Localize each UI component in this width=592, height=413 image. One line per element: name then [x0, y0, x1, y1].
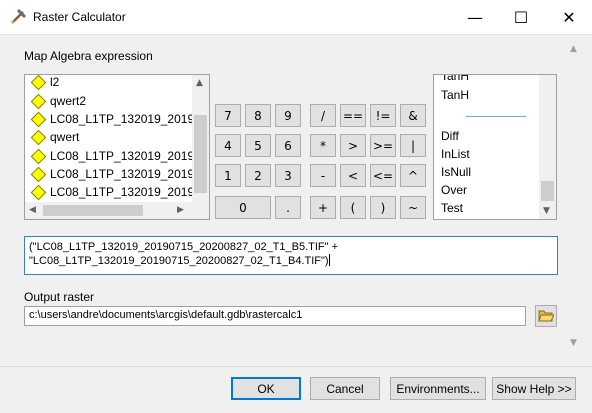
layer-item[interactable]: LC08_L1TP_132019_2019071 — [30, 110, 209, 128]
scroll-up-icon[interactable]: ▲ — [570, 44, 577, 54]
expression-line-2: "LC08_L1TP_132019_20190715_20200827_02_T… — [29, 255, 329, 267]
ok-button[interactable]: OK — [231, 377, 301, 400]
maximize-button[interactable]: ☐ — [498, 0, 544, 34]
layer-item[interactable]: qwert — [30, 128, 79, 146]
cancel-button[interactable]: Cancel — [310, 377, 380, 400]
functions-list[interactable]: TanH TanH Diff InList IsNull Over Test ▼ — [433, 74, 557, 220]
text-caret — [328, 254, 330, 266]
browse-output-button[interactable] — [535, 305, 557, 327]
dialog-scrollbar[interactable]: ▲ ▼ — [567, 36, 584, 361]
layers-list[interactable]: l2 qwert2 LC08_L1TP_132019_2019071 qwert… — [24, 74, 210, 220]
calc-button-plus[interactable]: + — [310, 196, 336, 219]
show-help-button[interactable]: Show Help >> — [492, 377, 576, 400]
scroll-down-icon[interactable]: ▼ — [570, 338, 577, 348]
maximize-icon: ☐ — [513, 7, 529, 27]
calc-button-open-paren[interactable]: ( — [340, 196, 366, 219]
minimize-button[interactable]: — — [452, 0, 498, 34]
open-folder-icon — [538, 310, 554, 322]
calc-button-8[interactable]: 8 — [245, 104, 271, 127]
function-item[interactable]: TanH — [441, 88, 469, 102]
functions-scrollbar[interactable]: ▼ — [539, 75, 556, 219]
calc-button-not-equal[interactable]: != — [370, 104, 396, 127]
calc-button-greater[interactable]: > — [340, 134, 366, 157]
raster-calculator-icon — [11, 8, 27, 24]
minimize-icon: — — [467, 7, 483, 27]
raster-layer-icon — [30, 148, 47, 164]
calc-button-1[interactable]: 1 — [215, 164, 241, 187]
raster-layer-icon — [30, 93, 47, 109]
calc-button-7[interactable]: 7 — [215, 104, 241, 127]
raster-layer-icon — [30, 129, 47, 145]
function-group-divider — [466, 116, 526, 117]
layer-item[interactable]: l2 — [30, 75, 59, 91]
layer-item[interactable]: qwert2 — [30, 92, 86, 110]
expression-line-1: ("LC08_L1TP_132019_20190715_20200827_02_… — [29, 241, 339, 253]
function-item[interactable]: IsNull — [441, 165, 471, 179]
calc-button-5[interactable]: 5 — [245, 134, 271, 157]
scroll-up-icon[interactable]: ▲ — [196, 78, 203, 88]
raster-layer-icon — [30, 75, 47, 90]
function-item[interactable]: Test — [441, 201, 463, 215]
calc-button-greater-equal[interactable]: >= — [370, 134, 396, 157]
output-raster-input[interactable]: c:\users\andre\documents\arcgis\default.… — [24, 306, 526, 326]
calc-button-6[interactable]: 6 — [275, 134, 301, 157]
calc-button-less[interactable]: < — [340, 164, 366, 187]
function-item[interactable]: InList — [441, 147, 470, 161]
calc-button-divide[interactable]: / — [310, 104, 336, 127]
environments-button[interactable]: Environments... — [390, 377, 486, 400]
calc-button-0[interactable]: 0 — [215, 196, 271, 219]
close-button[interactable]: ✕ — [546, 0, 592, 34]
calc-button-multiply[interactable]: * — [310, 134, 336, 157]
raster-layer-icon — [30, 184, 47, 200]
output-raster-label: Output raster — [24, 290, 95, 304]
expression-textarea[interactable]: ("LC08_L1TP_132019_20190715_20200827_02_… — [24, 236, 558, 275]
calc-button-close-paren[interactable]: ) — [370, 196, 396, 219]
scroll-down-icon[interactable]: ▼ — [543, 206, 550, 216]
function-item[interactable]: TanH — [441, 75, 469, 83]
calc-button-xor[interactable]: ^ — [400, 164, 426, 187]
calc-button-minus[interactable]: - — [310, 164, 336, 187]
scroll-thumb[interactable] — [541, 181, 554, 201]
layers-horizontal-scrollbar[interactable]: ◀ ▶ — [25, 202, 209, 219]
layer-item[interactable]: LC08_L1TP_132019_2019071 — [30, 183, 209, 201]
scroll-left-icon[interactable]: ◀ — [29, 205, 36, 215]
calc-button-2[interactable]: 2 — [245, 164, 271, 187]
calc-button-equal[interactable]: == — [340, 104, 366, 127]
calc-button-not[interactable]: ~ — [400, 196, 426, 219]
scroll-right-icon[interactable]: ▶ — [177, 205, 184, 215]
layers-vertical-scrollbar[interactable]: ▲ — [192, 75, 209, 203]
layer-item[interactable]: LC08_L1TP_132019_2019073 — [30, 147, 209, 165]
calc-button-decimal[interactable]: . — [275, 196, 301, 219]
calc-button-and[interactable]: & — [400, 104, 426, 127]
map-algebra-label: Map Algebra expression — [24, 49, 153, 63]
raster-layer-icon — [30, 111, 47, 127]
function-item[interactable]: Diff — [441, 129, 459, 143]
layer-item[interactable]: LC08_L1TP_132019_2019071 — [30, 165, 209, 183]
close-icon: ✕ — [562, 7, 576, 27]
calc-button-4[interactable]: 4 — [215, 134, 241, 157]
scroll-thumb[interactable] — [43, 205, 143, 216]
function-item[interactable]: Over — [441, 183, 467, 197]
calc-button-or[interactable]: | — [400, 134, 426, 157]
calc-button-less-equal[interactable]: <= — [370, 164, 396, 187]
raster-layer-icon — [30, 166, 47, 182]
window-title: Raster Calculator — [33, 10, 126, 24]
calc-button-9[interactable]: 9 — [275, 104, 301, 127]
scroll-thumb[interactable] — [194, 115, 207, 193]
title-bar: Raster Calculator — ☐ ✕ — [0, 0, 592, 34]
calc-button-3[interactable]: 3 — [275, 164, 301, 187]
